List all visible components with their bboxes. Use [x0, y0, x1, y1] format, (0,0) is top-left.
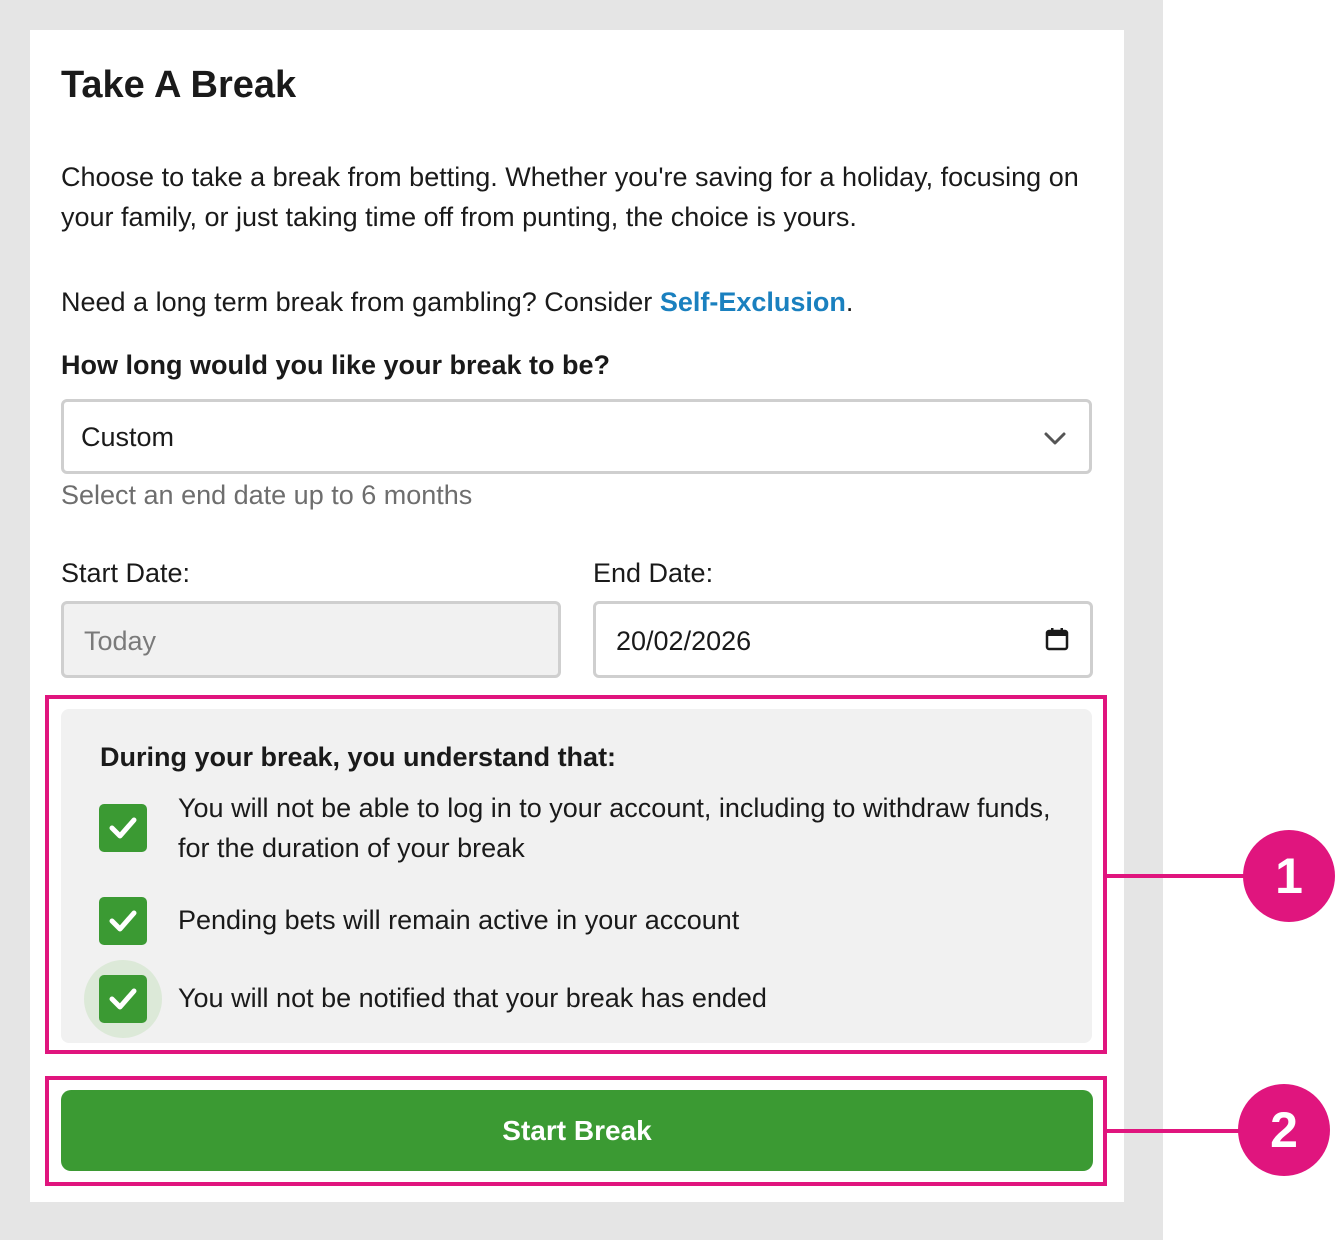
terms-heading: During your break, you understand that:: [100, 742, 617, 772]
end-date-value: 20/02/2026: [616, 626, 752, 656]
annotation-callout-1: 1: [1243, 830, 1335, 922]
duration-helper-text: Select an end date up to 6 months: [61, 480, 473, 510]
start-date-value: Today: [84, 626, 157, 656]
annotation-connector: [1107, 1129, 1245, 1133]
duration-select-value: Custom: [81, 422, 175, 452]
break-terms-panel: During your break, you understand that: …: [61, 709, 1092, 1043]
start-date-label: Start Date:: [61, 558, 191, 588]
terms-item-label: You will not be notified that your break…: [178, 983, 767, 1013]
checkmark-icon: [109, 988, 137, 1010]
end-date-field[interactable]: 20/02/2026: [593, 601, 1093, 678]
terms-item-label: Pending bets will remain active in your …: [178, 905, 740, 935]
take-a-break-card: Take A Break Choose to take a break from…: [30, 30, 1124, 1202]
checkmark-icon: [109, 910, 137, 932]
annotation-callout-2: 2: [1238, 1084, 1330, 1176]
end-date-label: End Date:: [593, 558, 714, 588]
self-exclusion-link[interactable]: Self-Exclusion: [660, 287, 846, 317]
chevron-down-icon: [1044, 432, 1066, 445]
start-break-button[interactable]: Start Break: [61, 1090, 1093, 1171]
checkmark-icon: [109, 817, 137, 839]
duration-question: How long would you like your break to be…: [61, 350, 611, 380]
calendar-icon[interactable]: [1044, 626, 1070, 652]
page-title: Take A Break: [61, 64, 297, 106]
annotation-connector: [1107, 874, 1249, 878]
terms-checkbox[interactable]: [99, 975, 147, 1023]
start-date-field: Today: [61, 601, 561, 678]
long-term-suffix: .: [845, 287, 854, 317]
terms-checkbox[interactable]: [99, 897, 147, 945]
terms-item-label: You will not be able to log in to your a…: [178, 793, 1051, 863]
duration-select[interactable]: Custom: [61, 399, 1092, 474]
intro-text: Choose to take a break from betting. Whe…: [61, 162, 1079, 232]
long-term-text: Need a long term break from gambling? Co…: [61, 282, 1101, 322]
long-term-prefix: Need a long term break from gambling? Co…: [61, 287, 660, 317]
terms-checkbox[interactable]: [99, 804, 147, 852]
